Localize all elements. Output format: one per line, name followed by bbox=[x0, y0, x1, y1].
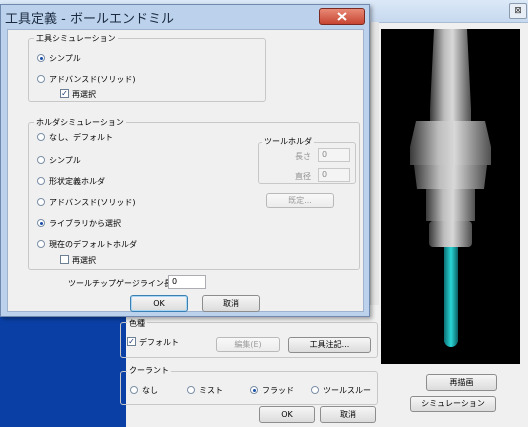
gauge-line-label: ツールチップゲージライン長 bbox=[68, 279, 172, 288]
coolant-group-title: クーラント bbox=[127, 365, 171, 376]
coolant-mist-label: ミスト bbox=[199, 386, 223, 395]
holder-sim-title: ホルダシミュレーション bbox=[34, 117, 126, 128]
dialog-body: 工具シミュレーション シンプル アドバンスド(ソリッド) ✓ 再選択 ホルダシミ… bbox=[7, 29, 364, 312]
edit-button[interactable]: 編集(E) bbox=[216, 337, 280, 352]
tool-sim-reselect-label: 再選択 bbox=[72, 90, 96, 99]
tool-preview-drawing bbox=[410, 29, 491, 347]
holder-shape-radio[interactable] bbox=[37, 177, 45, 185]
dialog-title: 工具定義 - ボールエンドミル bbox=[5, 12, 174, 27]
dialog-ok-button[interactable]: OK bbox=[130, 295, 188, 312]
holder-settings-button[interactable]: 既定... bbox=[266, 193, 334, 208]
background-ok-button[interactable]: OK bbox=[259, 406, 315, 423]
tool-note-button[interactable]: 工具注記... bbox=[288, 337, 371, 353]
tool-holder-length-label: 長さ bbox=[295, 152, 311, 161]
color-default-checkbox[interactable]: ✓ bbox=[127, 337, 136, 346]
holder-simple-label: シンプル bbox=[49, 156, 81, 165]
holder-body bbox=[414, 165, 487, 189]
holder-reselect-label: 再選択 bbox=[72, 256, 96, 265]
gauge-line-field[interactable]: 0 bbox=[168, 275, 206, 289]
holder-simple-radio[interactable] bbox=[37, 156, 45, 164]
holder-current-default-radio[interactable] bbox=[37, 240, 45, 248]
coolant-flood-label: フラッド bbox=[262, 386, 294, 395]
tool-preview bbox=[381, 29, 520, 364]
holder-neck bbox=[430, 109, 471, 121]
coolant-mist-radio[interactable] bbox=[187, 386, 195, 394]
tool-sim-reselect-checkbox[interactable]: ✓ bbox=[60, 89, 69, 98]
holder-library-radio[interactable] bbox=[37, 219, 45, 227]
tool-sim-simple-label: シンプル bbox=[49, 54, 81, 63]
coolant-through-label: ツールスルー bbox=[323, 386, 371, 395]
coolant-flood-radio[interactable] bbox=[250, 386, 258, 394]
holder-nut bbox=[429, 221, 472, 247]
tool-holder-diameter-field[interactable]: 0 bbox=[318, 168, 350, 182]
background-cancel-button[interactable]: 取消 bbox=[320, 406, 376, 423]
dialog-close-button[interactable] bbox=[319, 8, 365, 25]
background-side-strip bbox=[370, 22, 379, 305]
coolant-none-label: なし bbox=[142, 386, 158, 395]
color-default-label: デフォルト bbox=[139, 338, 179, 347]
holder-library-label: ライブラリから選択 bbox=[49, 219, 121, 228]
redraw-button[interactable]: 再描画 bbox=[426, 374, 497, 391]
holder-flange bbox=[410, 121, 491, 147]
tool-definition-dialog: 工具定義 - ボールエンドミル 工具シミュレーション シンプル アドバンスド(ソ… bbox=[0, 4, 370, 317]
holder-advanced-radio[interactable] bbox=[37, 198, 45, 206]
holder-advanced-label: アドバンスド(ソリッド) bbox=[49, 198, 136, 207]
background-blue-panel bbox=[0, 305, 114, 427]
close-icon bbox=[337, 12, 347, 21]
tool-shank bbox=[444, 247, 458, 342]
holder-none-radio[interactable] bbox=[37, 133, 45, 141]
color-group-title: 色種 bbox=[127, 318, 147, 329]
dialog-cancel-button[interactable]: 取消 bbox=[202, 295, 260, 312]
tool-holder-title: ツールホルダ bbox=[262, 136, 314, 147]
holder-reselect-checkbox[interactable] bbox=[60, 255, 69, 264]
tool-ball-tip bbox=[444, 333, 458, 347]
holder-flange-lower bbox=[410, 147, 491, 165]
tool-holder-diameter-label: 直径 bbox=[295, 172, 311, 181]
coolant-through-radio[interactable] bbox=[311, 386, 319, 394]
holder-current-default-label: 現在のデフォルトホルダ bbox=[49, 240, 137, 249]
background-close-button[interactable]: ⊠ bbox=[509, 3, 527, 19]
tool-sim-title: 工具シミュレーション bbox=[34, 33, 118, 44]
tool-sim-simple-radio[interactable] bbox=[37, 54, 45, 62]
simulation-button[interactable]: シミュレーション bbox=[410, 396, 496, 412]
holder-none-label: なし、デフォルト bbox=[49, 133, 113, 142]
holder-taper bbox=[430, 29, 471, 109]
tool-sim-advanced-radio[interactable] bbox=[37, 75, 45, 83]
coolant-none-radio[interactable] bbox=[130, 386, 138, 394]
tool-holder-length-field[interactable]: 0 bbox=[318, 148, 350, 162]
holder-shape-label: 形状定義ホルダ bbox=[49, 177, 105, 186]
holder-collet bbox=[426, 189, 475, 221]
tool-sim-advanced-label: アドバンスド(ソリッド) bbox=[49, 75, 136, 84]
